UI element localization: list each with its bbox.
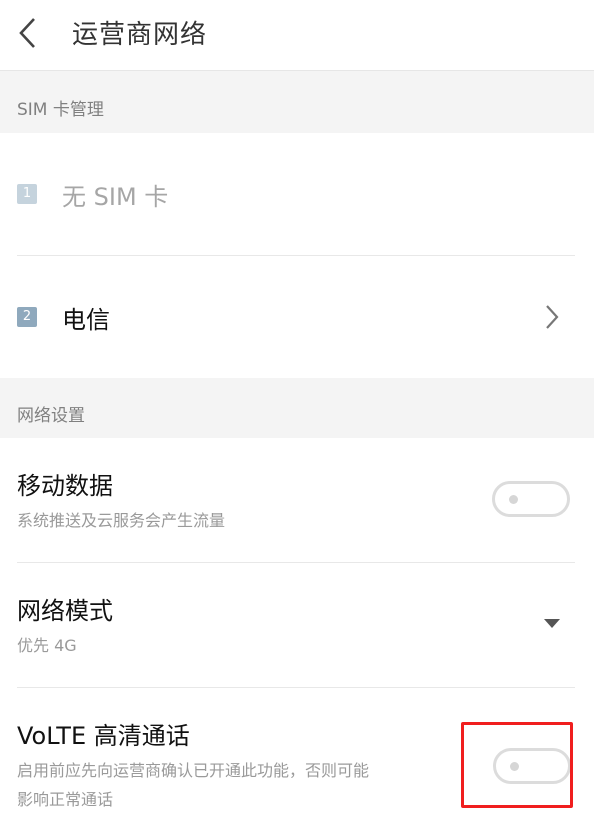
sim-1-label: 无 SIM 卡 — [62, 183, 169, 211]
setting-title: 移动数据 — [17, 472, 113, 500]
setting-subtitle: 优先 4G — [17, 636, 77, 655]
section-label: 网络设置 — [17, 406, 85, 426]
dropdown-triangle-icon[interactable] — [544, 619, 560, 629]
chevron-right-icon — [546, 305, 559, 329]
setting-subtitle: 系统推送及云服务会产生流量 — [17, 511, 226, 530]
setting-mobile-data[interactable]: 移动数据 系统推送及云服务会产生流量 — [0, 438, 594, 562]
back-chevron-left-icon[interactable] — [16, 16, 40, 50]
page-title: 运营商网络 — [72, 20, 208, 50]
sim-1-badge-icon: 1 — [17, 184, 37, 204]
setting-title: VoLTE 高清通话 — [17, 722, 190, 750]
section-header-sim-management: SIM 卡管理 — [0, 71, 594, 133]
toggle-knob — [509, 495, 518, 504]
setting-network-mode[interactable]: 网络模式 优先 4G — [0, 563, 594, 687]
highlight-box — [461, 722, 573, 808]
setting-subtitle-line2: 影响正常通话 — [17, 790, 114, 809]
setting-title: 网络模式 — [17, 597, 113, 625]
section-label: SIM 卡管理 — [17, 100, 104, 120]
section-header-network-settings: 网络设置 — [0, 378, 594, 438]
setting-subtitle-line1: 启用前应先向运营商确认已开通此功能，否则可能 — [17, 761, 370, 780]
sim-slot-1: 1 无 SIM 卡 — [0, 133, 594, 255]
sim-slot-2[interactable]: 2 电信 — [0, 256, 594, 378]
sim-2-badge-icon: 2 — [17, 307, 37, 327]
app-header: 运营商网络 — [0, 0, 594, 71]
sim-2-label: 电信 — [62, 306, 110, 334]
mobile-data-toggle[interactable] — [492, 481, 570, 517]
